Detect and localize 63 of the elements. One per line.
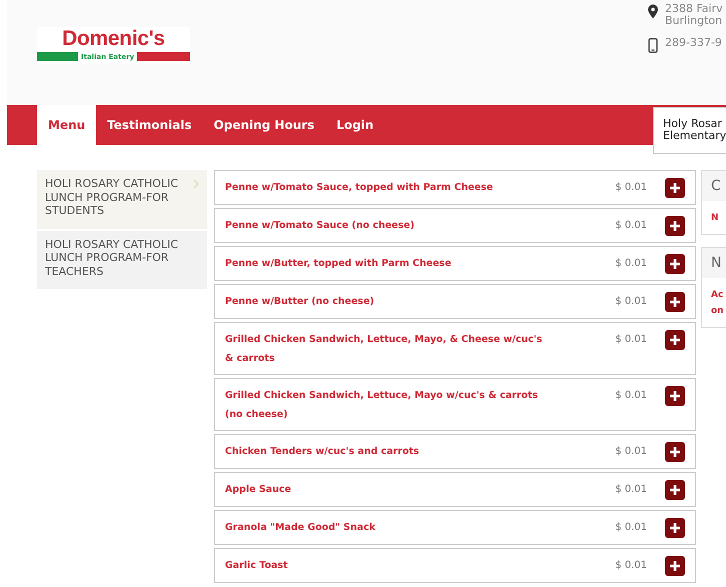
item-price: $ 0.01 [615,389,647,403]
plus-icon [669,522,681,534]
plus-icon [669,258,681,270]
panel-text: on [711,305,725,318]
add-button[interactable] [665,386,685,406]
category-label: HOLI ROSARY CATHOLIC LUNCH PROGRAM-FOR TEACHERS [45,238,180,278]
plus-icon [669,560,681,572]
plus-icon [669,390,681,402]
logo-name: Domenic's [62,27,165,51]
logo-stripe [37,52,78,61]
item-name: Grilled Chicken Sandwich, Lettuce, Mayo, & Cheese w/cuc's & carrots [225,333,544,366]
item-name: Penne w/Butter, topped with Parm Cheese [225,257,452,271]
panel-title: C [711,178,721,194]
panel-title: N [711,255,722,271]
add-button[interactable] [665,254,685,274]
add-button[interactable] [665,518,685,538]
category-item[interactable]: HOLI ROSARY CATHOLIC LUNCH PROGRAM-FOR STUDENTS [37,170,207,228]
plus-icon [669,334,681,346]
plus-icon [669,446,681,458]
item-price: $ 0.01 [615,521,647,535]
item-name: Penne w/Butter (no cheese) [225,295,376,309]
plus-icon [669,220,681,232]
chevron-icon [193,179,199,189]
item-name: Chicken Tenders w/cuc's and carrots [225,445,420,459]
panel-text: Ac [711,289,724,302]
item-name: Granola "Made Good" Snack [225,521,376,535]
plus-icon [669,182,681,194]
add-button[interactable] [665,480,685,500]
item-price: $ 0.01 [615,219,647,233]
add-button[interactable] [665,216,685,236]
plus-icon [669,296,681,308]
item-name: Penne w/Tomato Sauce, topped with Parm Cheese [225,181,494,195]
item-price: $ 0.01 [615,181,647,195]
add-button[interactable] [665,556,685,576]
item-price: $ 0.01 [615,445,647,459]
phone-icon [648,38,658,53]
item-name: Apple Sauce [225,483,292,497]
nav-tab[interactable]: Menu [37,105,96,145]
add-button[interactable] [665,330,685,350]
school-select[interactable]: Holy Rosar Elementary [653,107,726,154]
add-button[interactable] [665,178,685,198]
plus-icon [669,484,681,496]
address-text: 2388 Fairv [665,3,723,15]
item-price: $ 0.01 [615,257,647,271]
logo-stripe [137,52,190,61]
category-label: HOLI ROSARY CATHOLIC LUNCH PROGRAM-FOR STUDENTS [45,177,180,218]
item-name: Penne w/Tomato Sauce (no cheese) [225,219,416,233]
panel-text: N [711,212,720,225]
item-name: Grilled Chicken Sandwich, Lettuce, Mayo w/cuc's & carrots (no cheese) [225,389,539,422]
phone-number: 289-337-9 [665,37,722,49]
nav-tab[interactable]: Login [325,105,385,145]
category-item[interactable]: HOLI ROSARY CATHOLIC LUNCH PROGRAM-FOR TEACHERS [37,230,207,289]
address-text: Burlington [665,15,723,27]
location-pin-icon [648,4,658,19]
nav-tab[interactable]: Opening Hours [202,105,326,145]
item-price: $ 0.01 [615,295,647,309]
item-name: Garlic Toast [225,559,289,573]
item-price: $ 0.01 [615,559,647,573]
add-button[interactable] [665,292,685,312]
item-price: $ 0.01 [615,483,647,497]
nav-tab[interactable]: Testimonials [96,105,203,145]
add-button[interactable] [665,442,685,462]
item-price: $ 0.01 [615,333,647,347]
